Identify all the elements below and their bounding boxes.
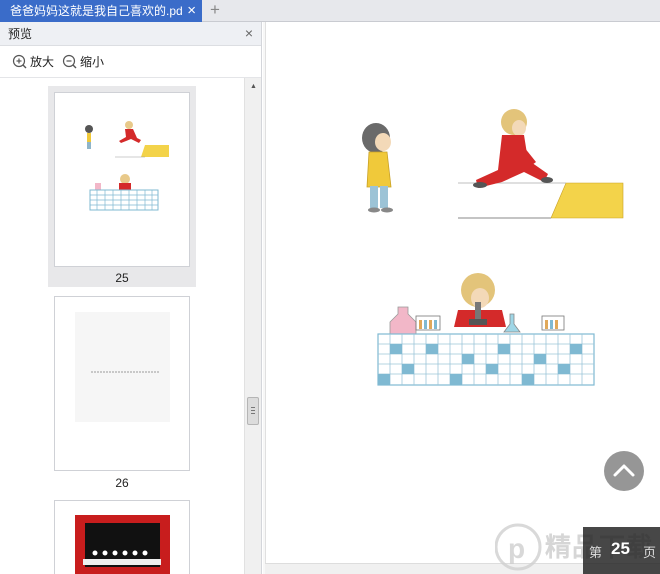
lab-table-illustration (377, 273, 595, 386)
thumbnail-item[interactable] (48, 494, 196, 574)
pdf-reader-window: 爸爸妈妈这就是我自己喜欢的.pdf × + 预览 × 放大 缩小 25 26 ▲… (0, 0, 660, 574)
running-boy-illustration (458, 109, 624, 219)
thumbnail-scrollbar[interactable]: ▲ (244, 78, 261, 574)
zoom-out-button[interactable]: 缩小 (62, 53, 104, 70)
zoom-in-label: 放大 (30, 55, 55, 69)
standing-boy-illustration (362, 123, 393, 213)
zoom-out-label: 缩小 (80, 55, 105, 69)
page-indicator: 第 25 页 (583, 527, 660, 574)
zoom-in-icon (12, 54, 27, 69)
thumbnail-item[interactable]: 26 (48, 290, 196, 490)
page-illustration (362, 109, 624, 386)
page-indicator-suffix: 页 (643, 545, 657, 560)
svg-text:p: p (508, 533, 525, 564)
document-view[interactable] (263, 22, 660, 574)
new-tab-button[interactable]: + (206, 0, 224, 22)
thumbnail-page-number: 26 (115, 476, 129, 490)
tab-document[interactable]: 爸爸妈妈这就是我自己喜欢的.pdf × (0, 0, 202, 22)
tab-title: 爸爸妈妈这就是我自己喜欢的.pdf (10, 4, 182, 18)
tab-close-icon[interactable]: × (187, 0, 196, 21)
thumbnail-item[interactable]: 25 (48, 86, 196, 287)
thumbnail-page-image (54, 500, 190, 574)
chevron-up-icon (613, 464, 635, 477)
thumbnail-page-image (54, 92, 190, 267)
scroll-up-icon[interactable]: ▲ (245, 80, 262, 94)
back-to-top-button[interactable] (604, 451, 644, 491)
zoom-out-icon (62, 54, 77, 69)
thumbnail-list: 25 26 (0, 78, 244, 574)
document-page (265, 22, 660, 563)
scroll-thumb[interactable] (247, 397, 259, 425)
tab-bar: 爸爸妈妈这就是我自己喜欢的.pdf × + (0, 0, 660, 22)
zoom-toolbar: 放大 缩小 (0, 46, 261, 78)
current-page-number: 25 (611, 539, 630, 558)
preview-panel: 预览 × 放大 缩小 25 26 ▲ (0, 22, 262, 574)
page-indicator-prefix: 第 (589, 545, 603, 560)
preview-close-icon[interactable]: × (245, 22, 253, 45)
preview-panel-title: 预览 (8, 27, 33, 41)
thumbnail-page-image (54, 296, 190, 471)
preview-panel-header: 预览 × (0, 22, 261, 46)
thumbnail-page-number: 25 (115, 271, 129, 285)
zoom-in-button[interactable]: 放大 (12, 53, 54, 70)
